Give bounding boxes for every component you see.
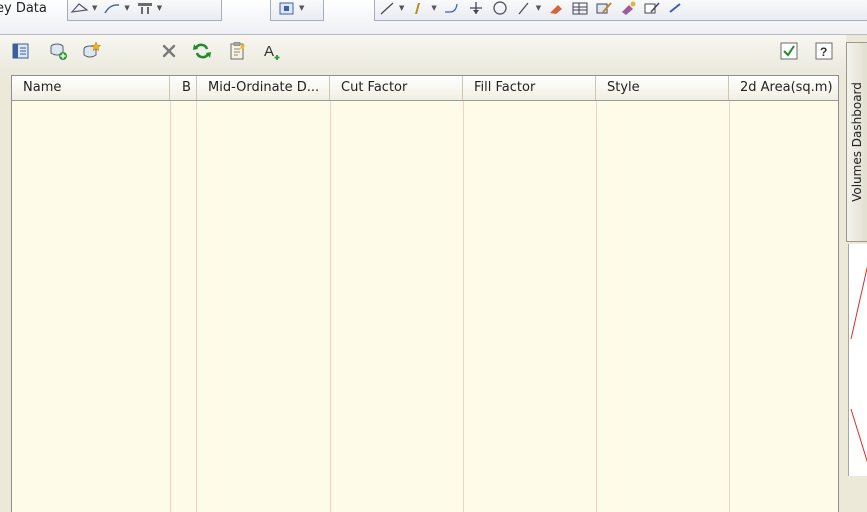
annotate-icon[interactable] [666,0,686,16]
ribbon-toolbar: ey Data ▼ ▼ ▼ ▼ ▼ ▼ ▼ [0,0,867,35]
chevron-down-icon[interactable]: ▼ [431,4,436,12]
column-header-style[interactable]: Style [596,76,729,100]
chevron-down-icon[interactable]: ▼ [399,4,404,12]
tab-label: Volumes Dashboard [850,82,864,202]
create-volume-surface-icon[interactable] [81,41,102,61]
paint-icon[interactable] [618,0,638,16]
surface-icon[interactable] [70,0,90,16]
edit-icon[interactable] [594,0,614,16]
svg-text:?: ? [820,45,827,59]
ribbon-group-draw: ▼ ▼ ▼ [374,0,867,21]
column-divider [170,101,171,512]
alignment-icon[interactable] [102,0,122,16]
dashboard-toolbar: A ? [0,35,846,75]
ribbon-panel-label: ey Data [0,1,47,16]
remove-icon[interactable] [159,41,179,61]
help-button[interactable]: ? [814,41,834,61]
add-volume-surface-icon[interactable] [48,41,68,61]
properties-icon[interactable] [642,0,662,16]
eraser-icon[interactable] [546,0,566,16]
polyline-icon[interactable] [442,0,462,16]
layout-icon[interactable] [277,0,297,16]
line-icon[interactable] [377,0,397,16]
move-icon[interactable] [466,0,486,16]
check-button[interactable] [779,41,799,61]
column-divider [729,101,730,512]
drawing-lines [850,266,867,463]
chevron-down-icon[interactable]: ▼ [92,4,97,12]
toggle-panel-icon[interactable] [11,41,31,61]
column-header-2d-area[interactable]: 2d Area(sq.m) [729,76,838,100]
table-icon[interactable] [570,0,590,16]
arc-icon[interactable] [514,0,534,16]
column-divider [330,101,331,512]
column-header-mid-ordinate[interactable]: Mid-Ordinate D... [197,76,330,100]
chevron-down-icon[interactable]: ▼ [536,4,541,12]
add-label-icon[interactable]: A [262,41,282,61]
volumes-dashboard-tab[interactable]: Volumes Dashboard [846,42,867,242]
ribbon-group-layout: ▼ [270,0,324,21]
column-header-cut-factor[interactable]: Cut Factor [330,76,463,100]
svg-text:A: A [264,43,274,60]
grid-header: Name B Mid-Ordinate D... Cut Factor Fill… [12,76,838,101]
chevron-down-icon[interactable]: ▼ [299,4,304,12]
chevron-down-icon[interactable]: ▼ [157,4,162,12]
drawing-area[interactable] [848,244,867,476]
volumes-grid[interactable]: Name B Mid-Ordinate D... Cut Factor Fill… [11,75,839,512]
ribbon-group-survey: ▼ ▼ ▼ [67,0,222,21]
column-divider [596,101,597,512]
pen-icon[interactable] [409,0,429,16]
circle-icon[interactable] [490,0,510,16]
column-divider [463,101,464,512]
corridor-icon[interactable] [135,0,155,16]
column-header-b[interactable]: B [170,76,197,100]
column-divider [196,101,197,512]
chevron-down-icon[interactable]: ▼ [124,4,129,12]
volumes-dashboard-panel: A ? Name B Mid-Ordinate D... Cut Factor … [0,35,846,512]
report-icon[interactable] [227,41,247,61]
column-header-name[interactable]: Name [12,76,170,100]
column-header-fill-factor[interactable]: Fill Factor [463,76,596,100]
refresh-icon[interactable] [192,41,212,61]
